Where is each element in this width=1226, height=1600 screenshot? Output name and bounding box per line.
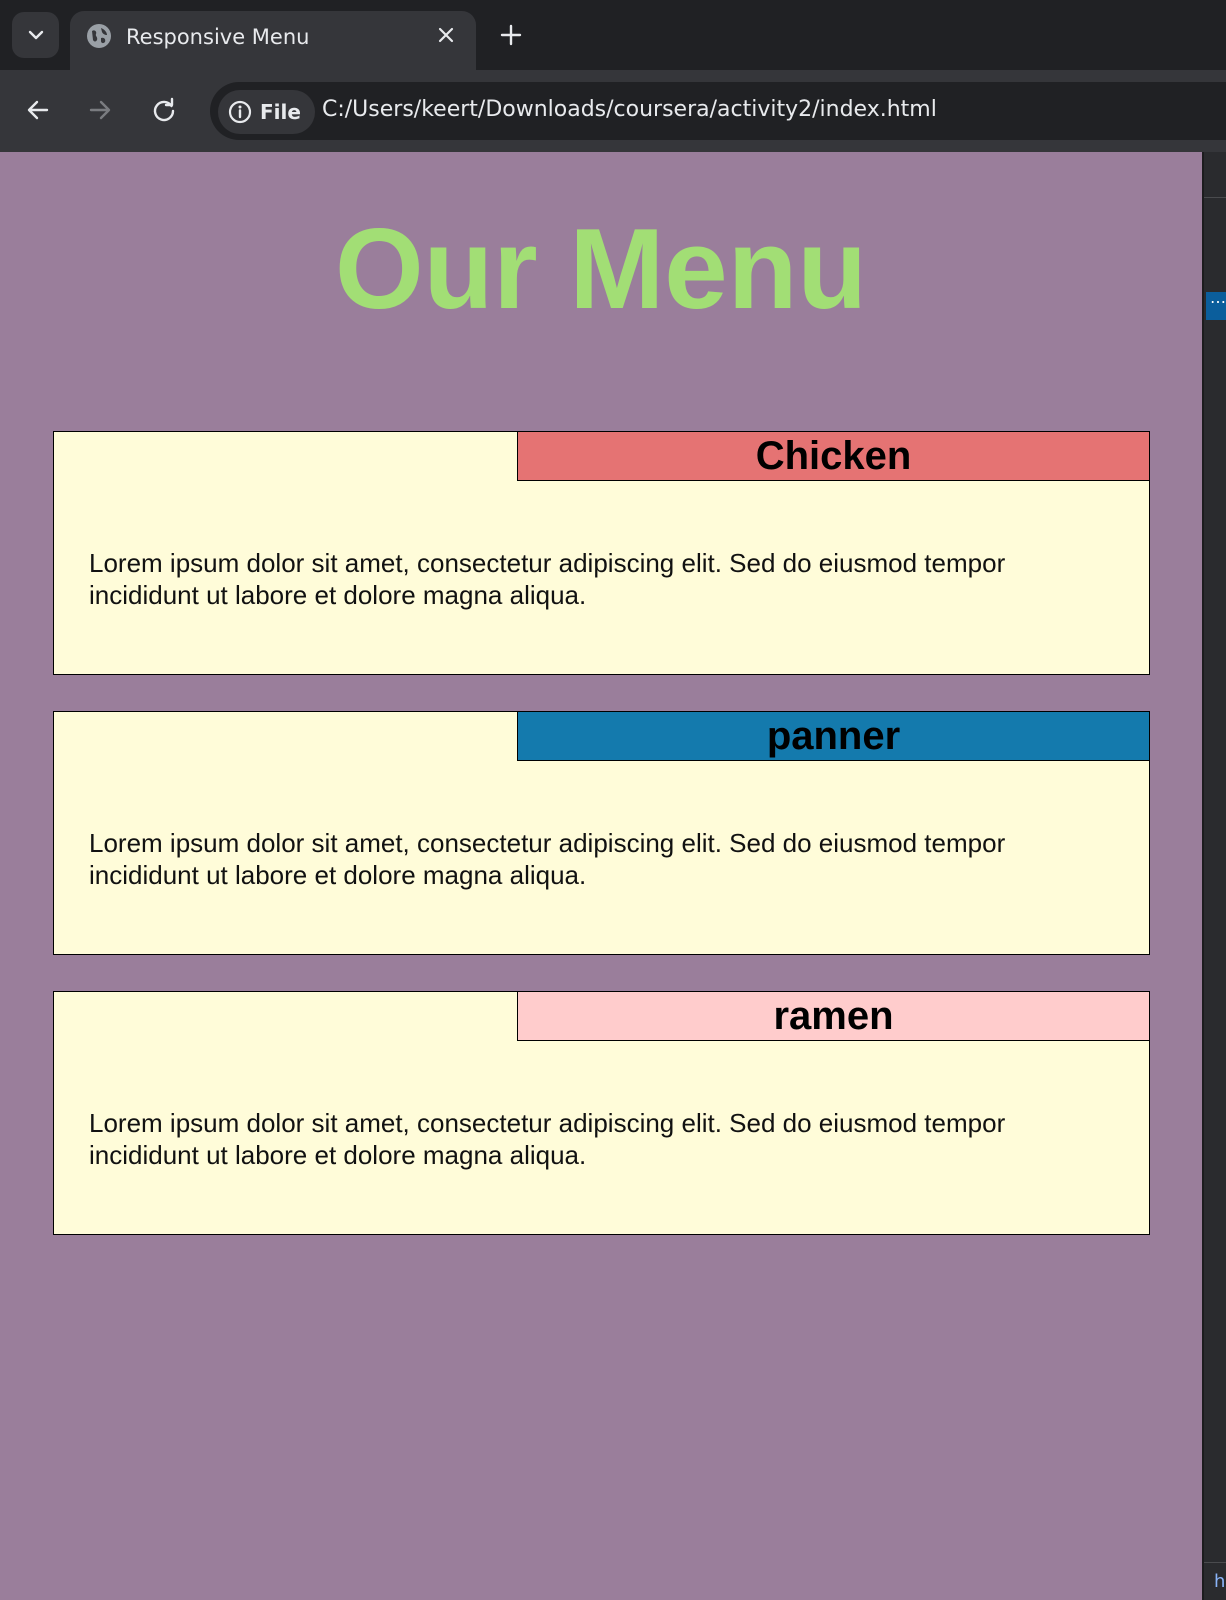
- globe-icon: [87, 24, 111, 48]
- menu-card-title: Chicken: [517, 431, 1150, 481]
- reload-button[interactable]: [144, 90, 184, 130]
- devtools-toolbar[interactable]: [1204, 152, 1226, 198]
- browser-toolbar: File C:/Users/keert/Downloads/coursera/a…: [0, 70, 1226, 152]
- menu-card-description: Lorem ipsum dolor sit amet, consectetur …: [89, 828, 1006, 890]
- menu-card-description: Lorem ipsum dolor sit amet, consectetur …: [89, 1108, 1006, 1170]
- menu-card-title: ramen: [517, 991, 1150, 1041]
- devtools-panel: ⋯ h: [1202, 152, 1226, 1600]
- url-text[interactable]: C:/Users/keert/Downloads/coursera/activi…: [322, 97, 937, 123]
- reload-icon: [153, 97, 175, 122]
- chevron-down-icon: [28, 30, 43, 40]
- new-tab-button[interactable]: [498, 22, 524, 48]
- chip-label: File: [260, 100, 301, 124]
- forward-button[interactable]: [80, 90, 120, 130]
- info-icon: [228, 100, 252, 124]
- tab-title: Responsive Menu: [126, 25, 310, 49]
- arrow-right-icon: [89, 100, 111, 120]
- back-button[interactable]: [18, 90, 58, 130]
- site-info-chip[interactable]: File: [218, 90, 315, 134]
- menu-card-ramen: ramen Lorem ipsum dolor sit amet, consec…: [53, 991, 1150, 1235]
- tab-close-button[interactable]: [434, 23, 458, 47]
- page-heading: Our Menu: [335, 206, 867, 333]
- tab-strip: Responsive Menu: [0, 0, 1226, 70]
- address-bar[interactable]: File C:/Users/keert/Downloads/coursera/a…: [210, 82, 1226, 140]
- arrow-left-icon: [27, 100, 49, 120]
- devtools-more-badge[interactable]: ⋯: [1206, 292, 1226, 320]
- menu-card-description: Lorem ipsum dolor sit amet, consectetur …: [89, 548, 1006, 610]
- menu-card-panner: panner Lorem ipsum dolor sit amet, conse…: [53, 711, 1150, 955]
- menu-card-title: panner: [517, 711, 1150, 761]
- page-viewport: Our Menu Chicken Lorem ipsum dolor sit a…: [0, 152, 1202, 1600]
- plus-icon: [500, 24, 522, 46]
- menu-card-chicken: Chicken Lorem ipsum dolor sit amet, cons…: [53, 431, 1150, 675]
- close-icon: [438, 27, 454, 43]
- tab-search-button[interactable]: [12, 12, 59, 58]
- devtools-console-text: h: [1204, 1562, 1226, 1600]
- active-tab[interactable]: Responsive Menu: [70, 11, 476, 70]
